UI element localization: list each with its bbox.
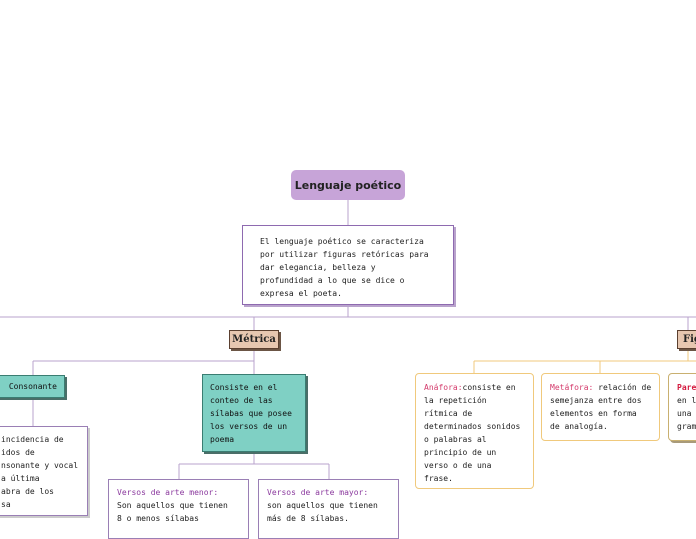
conteo-line: sílabas que posee <box>210 409 292 418</box>
anafora-line: frase. <box>424 474 453 483</box>
versos-arte-mayor-title: Versos de arte mayor: <box>267 488 369 497</box>
metafora-term: Metáfora: <box>550 383 594 392</box>
description-line: El lenguaje poético se caracteriza <box>260 237 424 246</box>
anafora-line: principio de un <box>424 448 497 457</box>
conteo-line: conteo de las <box>210 396 273 405</box>
incidencia-line: a última <box>1 474 40 483</box>
incidencia-line: nsonante y vocal <box>1 461 79 470</box>
incidencia-line: abra de los <box>1 487 54 496</box>
conteo-line: los versos de un <box>210 422 288 431</box>
conteo-node[interactable]: Consiste en el conteo de las sílabas que… <box>202 374 306 452</box>
description-line: dar elegancia, belleza y <box>260 263 376 272</box>
paronomasia-line: en l <box>677 396 696 405</box>
metrica-node[interactable]: Métrica <box>229 330 279 349</box>
versos-arte-menor-title: Versos de arte menor: <box>117 488 219 497</box>
conteo-line: Consiste en el <box>210 383 278 392</box>
paronomasia-term: Pare <box>677 383 696 392</box>
description-line: expresa el poeta. <box>260 289 342 298</box>
description-node[interactable]: El lenguaje poético se caracteriza por u… <box>242 225 454 305</box>
versos-arte-mayor-line: más de 8 sílabas. <box>267 514 349 523</box>
paronomasia-node[interactable]: Pare en l una gram <box>668 373 696 441</box>
anafora-first: consiste en <box>462 383 516 392</box>
description-line: por utilizar figuras retóricas para <box>260 250 429 259</box>
incidencia-line: incidencia de <box>1 435 64 444</box>
versos-arte-menor-node[interactable]: Versos de arte menor: Son aquellos que t… <box>108 479 249 539</box>
consonante-label: Consonante <box>8 382 57 391</box>
incidencia-node[interactable]: incidencia de idos de nsonante y vocal a… <box>0 426 88 516</box>
metafora-line: de analogía. <box>550 422 608 431</box>
consonante-node[interactable]: Consonante <box>0 375 65 398</box>
anafora-line: la repetición <box>424 396 487 405</box>
conteo-line: poema <box>210 435 235 444</box>
anafora-node[interactable]: Anáfora:consiste en la repetición rítmic… <box>415 373 534 489</box>
versos-arte-mayor-node[interactable]: Versos de arte mayor: son aquellos que t… <box>258 479 399 539</box>
anafora-term: Anáfora: <box>424 383 463 392</box>
anafora-line: o palabras al <box>424 435 487 444</box>
incidencia-line: idos de <box>1 448 35 457</box>
anafora-line: rítmica de <box>424 409 473 418</box>
metafora-node[interactable]: Metáfora: relación de semejanza entre do… <box>541 373 660 441</box>
metafora-first: relación de <box>593 383 652 392</box>
metafora-line: semejanza entre dos <box>550 396 642 405</box>
description-line: profundidad a lo que se dice o <box>260 276 405 285</box>
figuras-label: Fig <box>683 334 696 345</box>
root-title: Lenguaje poético <box>294 178 402 192</box>
anafora-line: verso o de una <box>424 461 492 470</box>
incidencia-line: sa <box>1 500 11 509</box>
paronomasia-line: una <box>677 409 692 418</box>
metafora-line: elementos en forma <box>550 409 637 418</box>
versos-arte-menor-line: Son aquellos que tienen <box>117 501 228 510</box>
root-node-lenguaje-poetico[interactable]: Lenguaje poético <box>291 170 405 200</box>
paronomasia-line: gram <box>677 422 696 431</box>
figuras-node[interactable]: Fig <box>677 330 696 349</box>
versos-arte-mayor-line: son aquellos que tienen <box>267 501 378 510</box>
anafora-line: determinados sonidos <box>424 422 521 431</box>
metrica-label: Métrica <box>232 334 276 345</box>
versos-arte-menor-line: 8 o menos sílabas <box>117 514 199 523</box>
